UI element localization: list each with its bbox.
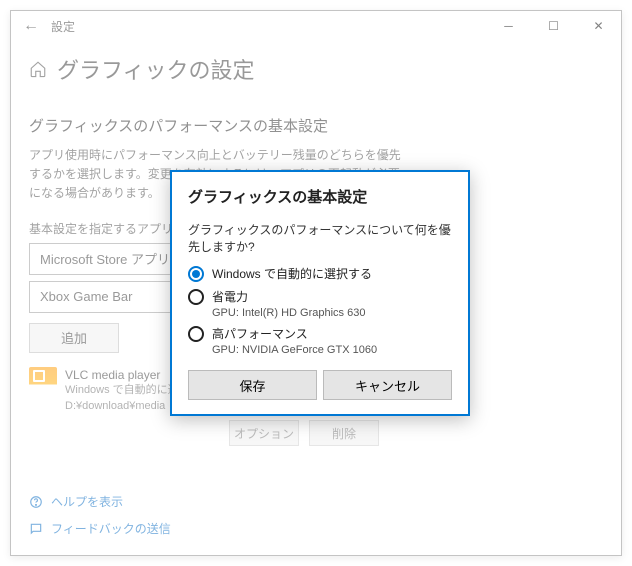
- gpu-power-label: GPU: Intel(R) HD Graphics 630: [212, 307, 452, 319]
- cancel-button[interactable]: キャンセル: [323, 370, 452, 400]
- save-button[interactable]: 保存: [188, 370, 317, 400]
- graphics-preference-dialog: グラフィックスの基本設定 グラフィックスのパフォーマンスについて何を優先しますか…: [170, 170, 470, 416]
- gpu-perf-label: GPU: NVIDIA GeForce GTX 1060: [212, 344, 452, 356]
- radio-option-auto[interactable]: Windows で自動的に選択する: [188, 265, 452, 282]
- radio-icon: [188, 326, 204, 342]
- radio-icon: [188, 289, 204, 305]
- radio-option-power[interactable]: 省電力: [188, 288, 452, 305]
- dialog-buttons: 保存 キャンセル: [188, 370, 452, 400]
- dialog-question: グラフィックスのパフォーマンスについて何を優先しますか?: [188, 221, 452, 255]
- radio-option-perf[interactable]: 高パフォーマンス: [188, 325, 452, 342]
- radio-icon: [188, 266, 204, 282]
- dialog-title: グラフィックスの基本設定: [188, 186, 452, 207]
